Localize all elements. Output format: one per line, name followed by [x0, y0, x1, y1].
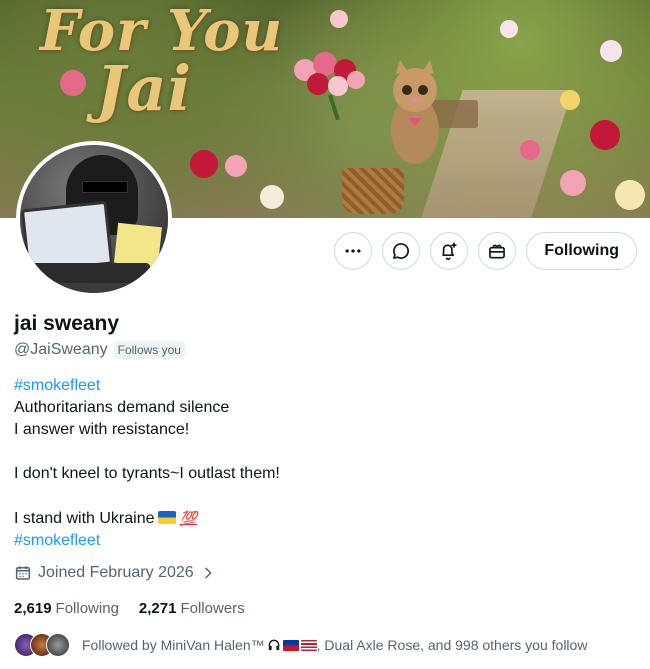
bouquet-illustration	[294, 52, 365, 120]
rose-decoration	[615, 180, 645, 210]
bio-line: I answer with resistance!	[14, 421, 190, 438]
followed-by-row[interactable]: Followed by MiniVan Halen™ , Dual Axle Ro…	[14, 633, 587, 657]
bell-plus-icon	[442, 242, 457, 261]
basket-illustration	[342, 168, 404, 214]
follow-stats: 2,619 Following 2,271 Followers	[14, 600, 245, 617]
hashtag-link[interactable]: #smokefleet	[14, 377, 100, 394]
followers-label: Followers	[180, 600, 245, 617]
profile-handle: @JaiSweany	[14, 341, 108, 358]
banner-title-art: For You Jai	[40, 0, 284, 125]
profile-avatar[interactable]	[16, 141, 172, 297]
us-flag-icon	[300, 640, 317, 651]
hundred-emoji: 💯	[179, 510, 197, 526]
rose-decoration	[190, 150, 218, 178]
joined-date-text: Joined February 2026	[38, 564, 194, 581]
followers-count: 2,271	[138, 600, 177, 617]
bio-line: I stand with Ukraine	[14, 510, 155, 527]
ukraine-flag-icon	[157, 511, 176, 524]
profile-bio: #smokefleet Authoritarians demand silenc…	[14, 375, 624, 552]
bio-line: Authoritarians demand silence	[14, 399, 230, 416]
chevron-right-icon	[204, 567, 212, 579]
rose-decoration	[560, 170, 586, 196]
following-count-link[interactable]: 2,619 Following	[14, 600, 119, 617]
gift-icon	[489, 244, 506, 259]
bio-blank-line	[14, 441, 624, 463]
rose-decoration	[260, 185, 284, 209]
rose-decoration	[330, 10, 348, 28]
rose-decoration	[500, 20, 518, 38]
more-horizontal-icon	[345, 249, 361, 253]
bio-line: I don't kneel to tyrants~I outlast them!	[14, 465, 280, 482]
sunglasses-graphic	[82, 181, 128, 193]
subscribe-gift-button[interactable]	[478, 232, 517, 270]
profile-actions: Following	[334, 232, 637, 270]
rose-decoration	[520, 140, 540, 160]
bio-blank-line	[14, 485, 624, 507]
followed-by-suffix: , Dual Axle Rose, and 998 others you fol…	[316, 637, 588, 653]
keyboard-graphic	[30, 263, 150, 283]
message-button[interactable]	[382, 232, 421, 270]
following-button[interactable]: Following	[526, 232, 637, 270]
follower-avatars	[14, 633, 70, 657]
rose-decoration	[590, 120, 620, 150]
sticky-note-graphic	[114, 222, 162, 268]
followed-by-text: Followed by MiniVan Halen™ , Dual Axle Ro…	[82, 637, 587, 653]
hashtag-link[interactable]: #smokefleet	[14, 532, 100, 549]
rose-decoration	[560, 90, 580, 110]
headphones-icon	[268, 639, 279, 651]
message-icon	[393, 243, 410, 259]
notifications-button[interactable]	[430, 232, 469, 270]
joined-date-row[interactable]: Joined February 2026	[14, 564, 216, 582]
bio-ukraine-line: I stand with Ukraine 💯	[14, 507, 624, 530]
more-button[interactable]	[334, 232, 373, 270]
following-count: 2,619	[14, 600, 52, 617]
followed-by-prefix: Followed by MiniVan Halen™	[82, 637, 265, 653]
kitten-illustration	[391, 60, 439, 164]
rose-decoration	[225, 155, 247, 177]
followers-count-link[interactable]: 2,271 Followers	[139, 600, 245, 617]
handle-row: @JaiSweany Follows you	[14, 341, 185, 359]
avatar	[46, 633, 70, 657]
follows-you-badge: Follows you	[113, 341, 185, 359]
rose-decoration	[600, 40, 622, 62]
profile-name: jai sweany	[14, 312, 120, 335]
philippines-flag-icon	[282, 640, 299, 651]
calendar-icon	[15, 566, 31, 580]
following-label: Following	[55, 600, 119, 617]
